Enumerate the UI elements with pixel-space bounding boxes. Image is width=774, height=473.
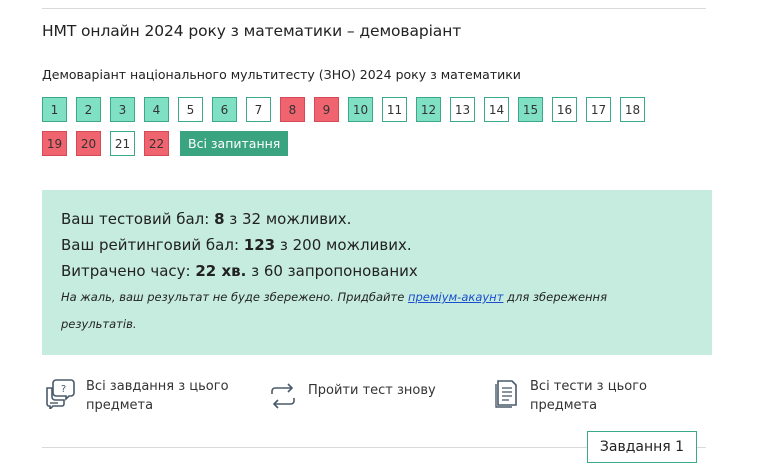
- chat-question-icon: ?: [46, 379, 75, 409]
- time-value: 22 хв.: [195, 262, 247, 280]
- rating-max: з 200 можливих.: [275, 236, 412, 254]
- question-12-button[interactable]: 12: [416, 97, 441, 122]
- question-14-button[interactable]: 14: [484, 97, 509, 122]
- question-5-button[interactable]: 5: [178, 97, 203, 122]
- time-max: з 60 запропонованих: [246, 262, 418, 280]
- time-label: Витрачено часу:: [61, 262, 196, 280]
- question-13-button[interactable]: 13: [450, 97, 475, 122]
- question-10-button[interactable]: 10: [348, 97, 373, 122]
- question-row-1: 1 2 3 4 5 6 7 8 9 10 11 12 13 14 15 16 17 18: [42, 97, 702, 122]
- current-task-button[interactable]: Завдання 1: [587, 431, 697, 463]
- question-11-button[interactable]: 11: [382, 97, 407, 122]
- rating-score-line: Ваш рейтинговий бал: 123 з 200 можливих.: [61, 236, 412, 254]
- question-21-button[interactable]: 21: [110, 131, 135, 156]
- question-3-button[interactable]: 3: [110, 97, 135, 122]
- all-tasks-label-line1: Всі завдання з цього: [86, 379, 229, 394]
- save-notice-line2: результатів.: [61, 317, 137, 331]
- time-spent-line: Витрачено часу: 22 хв. з 60 запропонован…: [61, 262, 418, 280]
- page-title: НМТ онлайн 2024 року з математики – демо…: [42, 22, 462, 40]
- question-row-2: 19 20 21 22 Всі запитання: [42, 131, 702, 156]
- question-8-button[interactable]: 8: [280, 97, 305, 122]
- question-2-button[interactable]: 2: [76, 97, 101, 122]
- save-notice: На жаль, ваш результат не буде збережено…: [61, 290, 607, 304]
- test-score-max: з 32 можливих.: [224, 210, 352, 228]
- question-16-button[interactable]: 16: [552, 97, 577, 122]
- question-9-button[interactable]: 9: [314, 97, 339, 122]
- save-notice-text-end: для збереження: [503, 290, 607, 304]
- question-18-button[interactable]: 18: [620, 97, 645, 122]
- question-4-button[interactable]: 4: [144, 97, 169, 122]
- all-tests-label-line2: предмета: [530, 398, 598, 413]
- question-17-button[interactable]: 17: [586, 97, 611, 122]
- test-score-label: Ваш тестовий бал:: [61, 210, 215, 228]
- document-list-icon: [495, 380, 517, 408]
- question-6-button[interactable]: 6: [212, 97, 237, 122]
- premium-account-link[interactable]: преміум-акаунт: [408, 290, 503, 304]
- question-navigator: 1 2 3 4 5 6 7 8 9 10 11 12 13 14 15 16 17 18 19 20 21 22 Всі…: [42, 97, 702, 165]
- question-1-button[interactable]: 1: [42, 97, 67, 122]
- question-7-button[interactable]: 7: [246, 97, 271, 122]
- rating-value: 123: [243, 236, 276, 254]
- save-notice-text: На жаль, ваш результат не буде збережено…: [61, 290, 408, 304]
- all-questions-button[interactable]: Всі запитання: [180, 131, 289, 156]
- rating-label: Ваш рейтинговий бал:: [61, 236, 244, 254]
- all-tests-label-line1: Всі тести з цього: [530, 379, 647, 394]
- result-panel: Ваш тестовий бал: 8 з 32 можливих. Ваш р…: [42, 190, 712, 355]
- retry-test-label: Пройти тест знову: [308, 383, 436, 398]
- test-subtitle: Демоваріант національного мультитесту (З…: [42, 67, 521, 82]
- retry-test-link[interactable]: Пройти тест знову: [268, 381, 436, 411]
- question-22-button[interactable]: 22: [144, 131, 169, 156]
- question-20-button[interactable]: 20: [76, 131, 101, 156]
- test-score-value: 8: [214, 210, 225, 228]
- repeat-arrows-icon: [271, 383, 295, 409]
- all-tasks-label-line2: предмета: [86, 398, 154, 413]
- question-15-button[interactable]: 15: [518, 97, 543, 122]
- all-tests-link[interactable]: Всі тести з цього предмета: [494, 377, 647, 415]
- question-19-button[interactable]: 19: [42, 131, 67, 156]
- top-divider: [42, 8, 706, 9]
- all-tasks-link[interactable]: ? Всі завдання з цього предмета: [44, 377, 229, 415]
- test-score-line: Ваш тестовий бал: 8 з 32 можливих.: [61, 210, 351, 228]
- svg-text:?: ?: [61, 384, 66, 395]
